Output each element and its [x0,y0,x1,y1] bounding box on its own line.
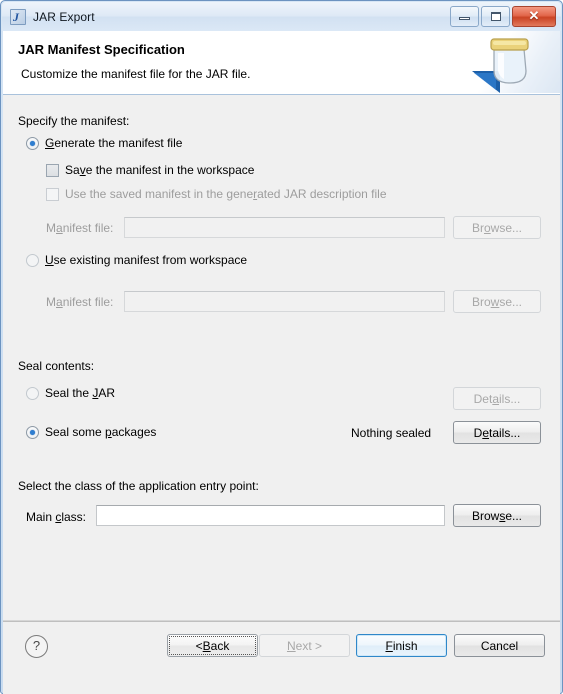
maximize-button[interactable] [481,6,510,27]
back-button[interactable]: < Back [167,634,258,657]
next-button[interactable]: Next > [259,634,350,657]
maximize-icon [491,12,501,21]
seal-jar-details-button[interactable]: Det a ils... [453,387,541,410]
window-controls: ✕ [450,6,556,27]
radio-seal-jar[interactable]: Seal the JAR [26,386,115,400]
specify-manifest-label: Specify the manifest: [18,114,130,128]
main-class-input[interactable] [96,505,445,526]
seal-packages-details-button[interactable]: De tails... [453,421,541,444]
seal-status-text: Nothing sealed [351,426,432,440]
page-title: JAR Manifest Specification [18,42,185,57]
window-title: JAR Export [33,9,95,24]
radio-use-existing-manifest-indicator [26,253,39,267]
radio-generate-manifest-label: Generate the manifest file [45,136,183,150]
checkbox-use-saved-manifest-indicator [46,187,59,201]
entry-point-label: Select the class of the application entr… [18,479,259,493]
radio-generate-manifest-indicator [26,136,39,150]
help-icon[interactable]: ? [25,635,48,658]
manifest-file-1-input[interactable] [124,217,445,238]
jar-export-icon: J [10,8,26,25]
jar-export-dialog: J JAR Export ✕ JAR Manifest Specificatio… [0,0,563,694]
checkbox-save-manifest-workspace[interactable]: Save the manifest in the workspace [46,163,254,177]
checkbox-save-manifest-workspace-indicator [46,163,59,177]
close-button[interactable]: ✕ [512,6,556,27]
close-icon: ✕ [528,8,540,23]
radio-seal-some-packages[interactable]: Seal some packages [26,425,156,439]
radio-use-existing-manifest[interactable]: Use existing manifest from workspace [26,253,247,267]
minimize-icon [459,17,470,20]
radio-seal-some-packages-label: Seal some packages [45,425,157,439]
dialog-footer: ? < Back Next > Finish Cancel [3,620,560,694]
seal-contents-label: Seal contents: [18,359,95,373]
checkbox-save-manifest-workspace-label: Save the manifest in the workspace [65,163,255,177]
radio-seal-jar-indicator [26,386,39,400]
checkbox-use-saved-manifest-label: Use the saved manifest in the generated … [65,187,387,201]
title-bar: J JAR Export ✕ [2,2,561,31]
wizard-header: JAR Manifest Specification Customize the… [3,31,560,95]
manifest-file-2-label: Manifest file: [46,295,114,309]
radio-use-existing-manifest-label: Use existing manifest from workspace [45,253,248,267]
checkbox-use-saved-manifest[interactable]: Use the saved manifest in the generated … [46,187,387,201]
main-class-label: Main class: [26,510,87,524]
dialog-body: Specify the manifest: Generate the manif… [3,95,560,620]
main-class-browse-button[interactable]: Brow s e... [453,504,541,527]
radio-seal-some-packages-indicator [26,425,39,439]
manifest-file-1-label: Manifest file: [46,221,114,235]
finish-button[interactable]: Finish [356,634,447,657]
manifest-file-2-input[interactable] [124,291,445,312]
page-subtitle: Customize the manifest file for the JAR … [21,67,251,81]
radio-generate-manifest[interactable]: Generate the manifest file [26,136,182,150]
minimize-button[interactable] [450,6,479,27]
radio-seal-jar-label: Seal the JAR [45,386,116,400]
jar-illustration [468,31,560,93]
manifest-file-1-browse-button[interactable]: Br o wse... [453,216,541,239]
manifest-file-2-browse-button[interactable]: Bro w se... [453,290,541,313]
cancel-button[interactable]: Cancel [454,634,545,657]
footer-divider [3,621,560,622]
